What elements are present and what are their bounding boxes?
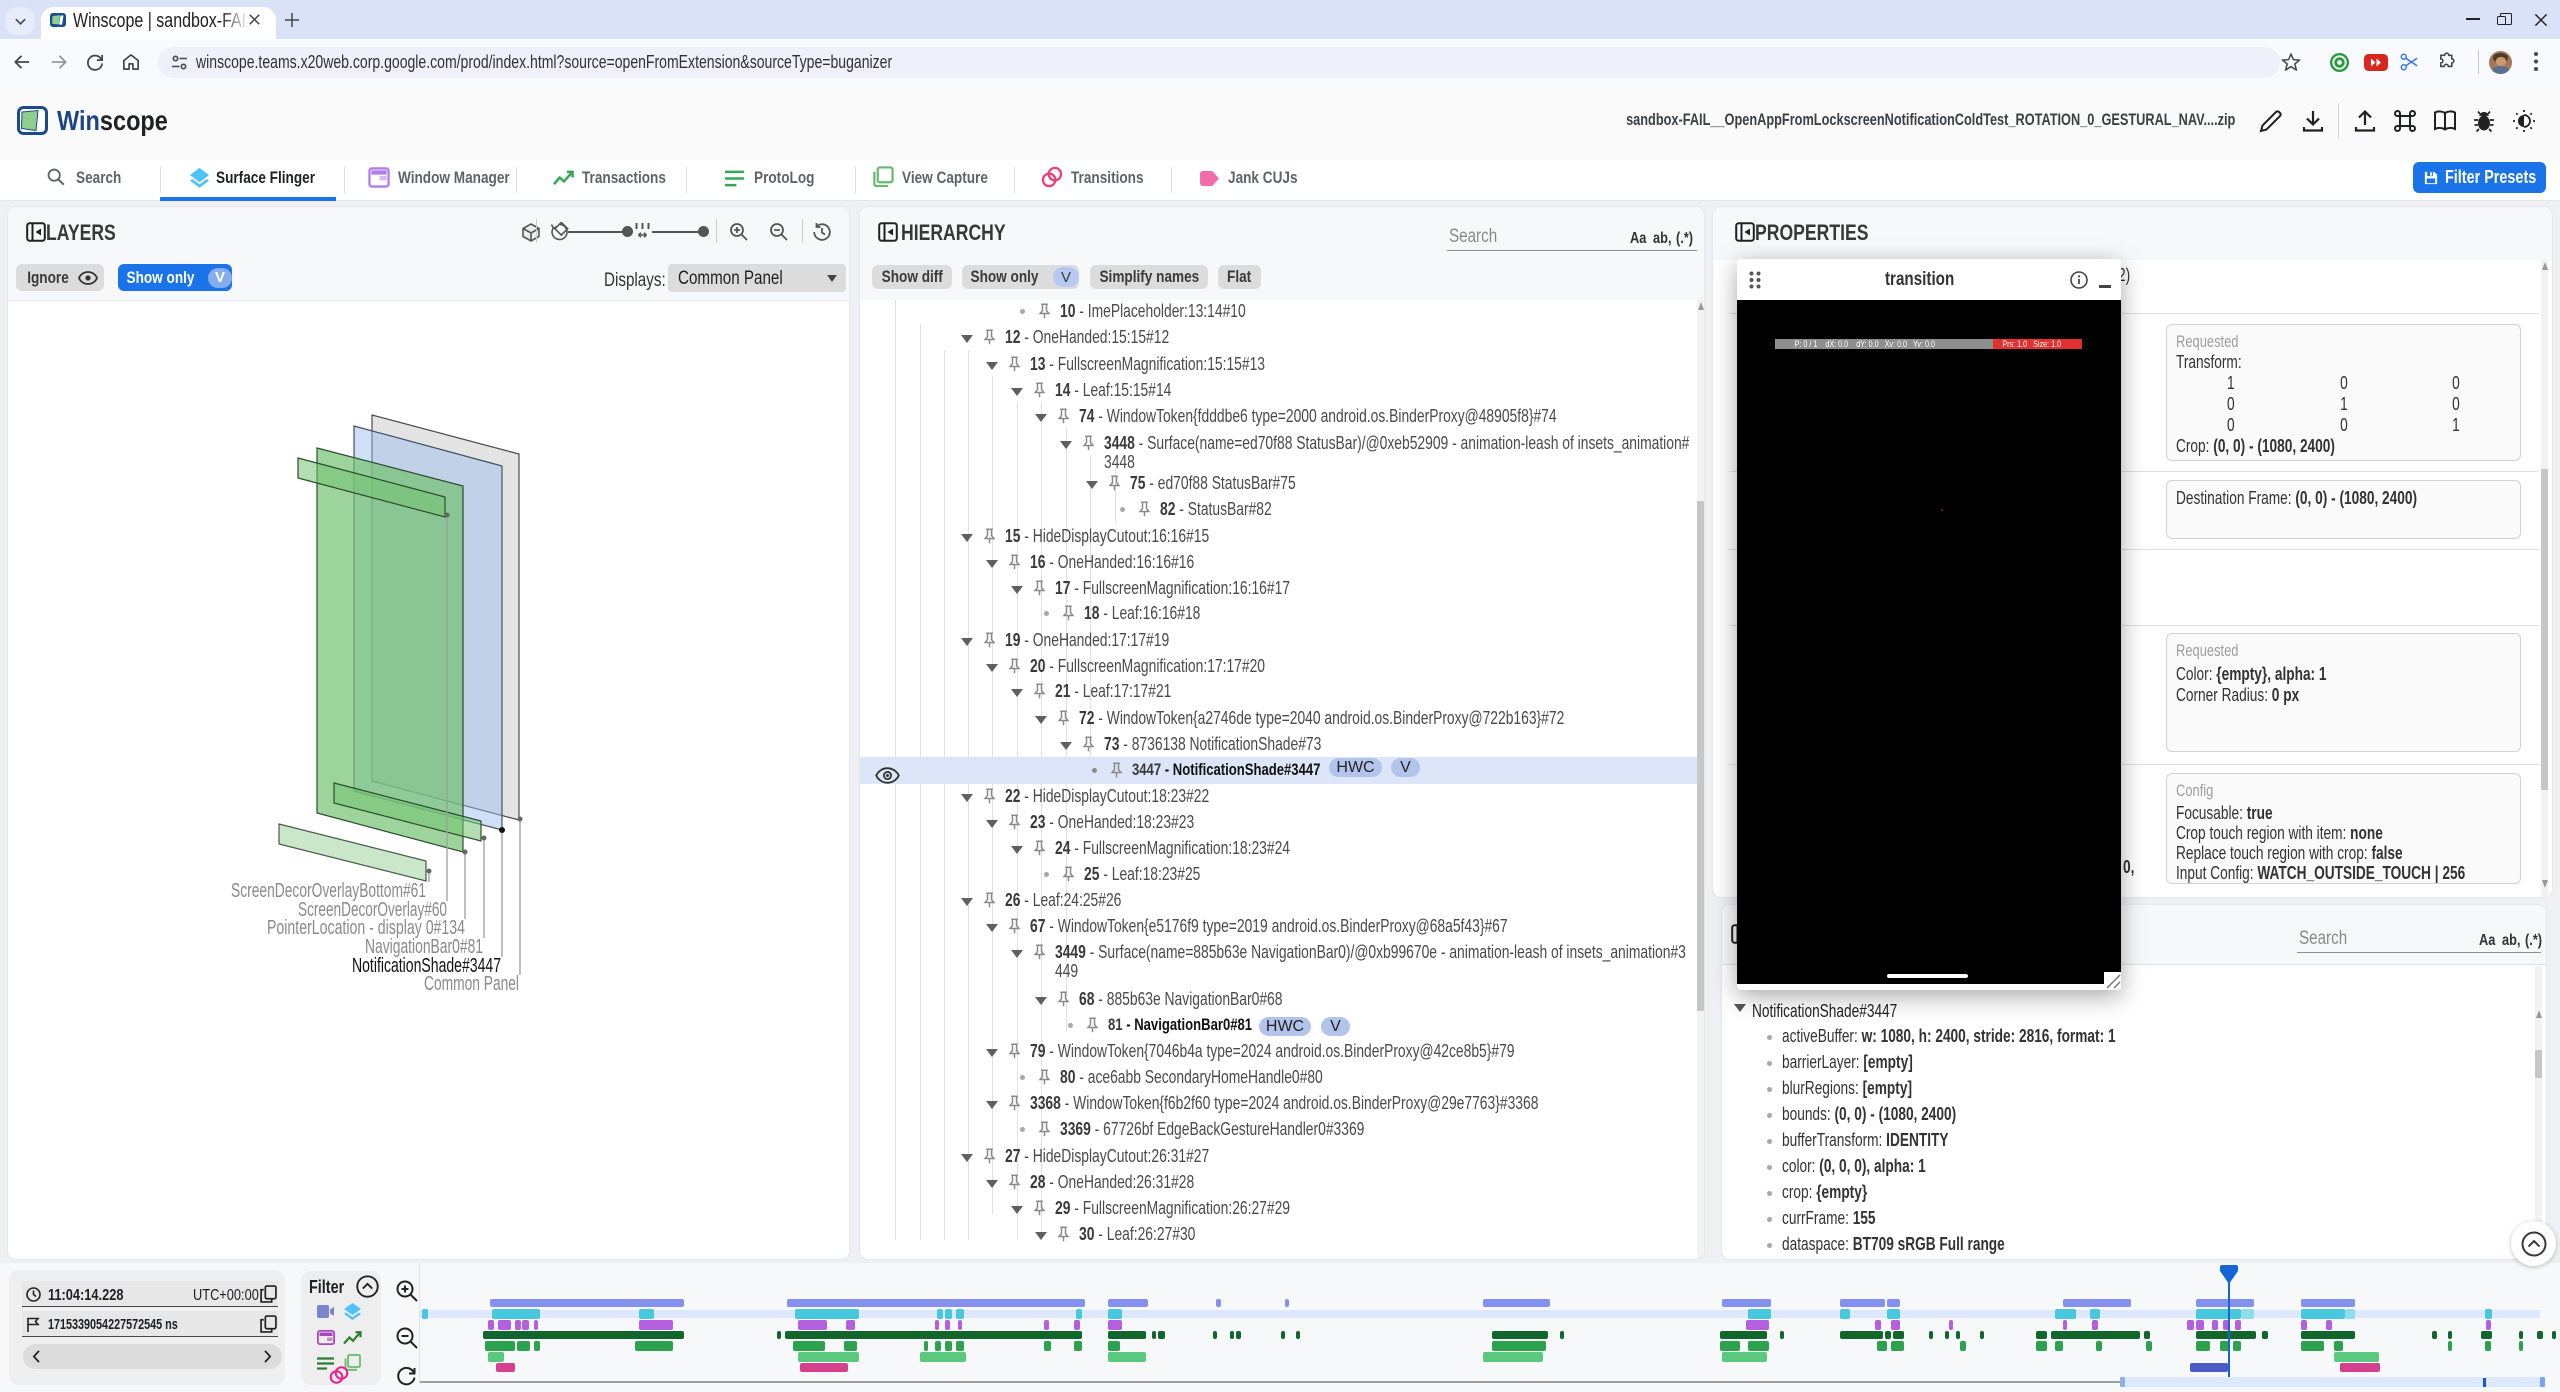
svg-text:Common Panel: Common Panel: [424, 973, 519, 995]
